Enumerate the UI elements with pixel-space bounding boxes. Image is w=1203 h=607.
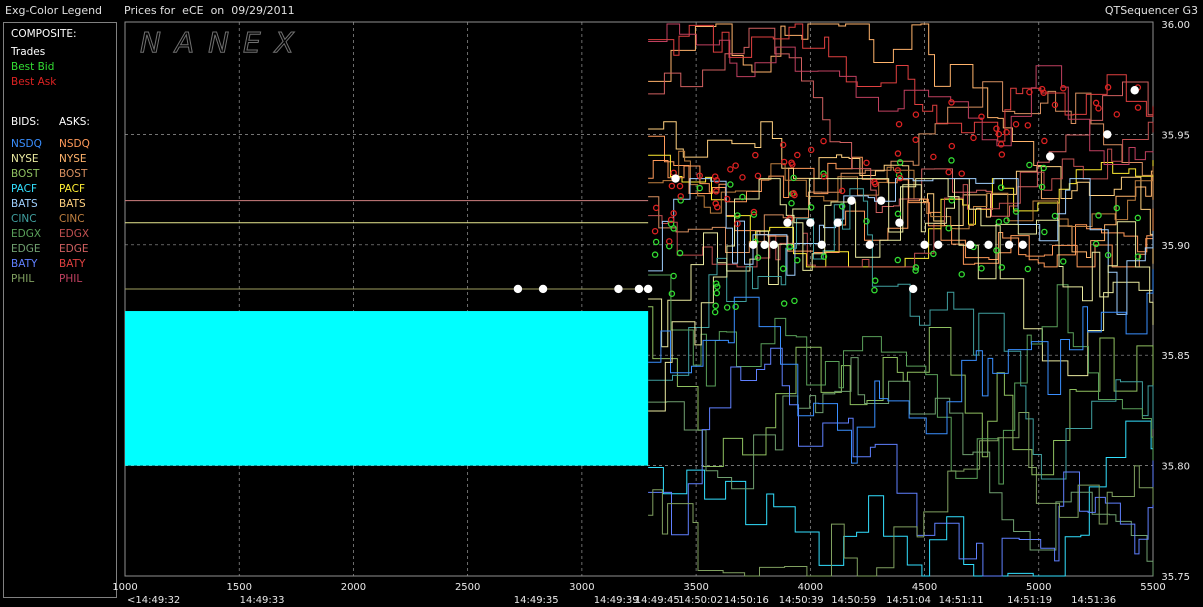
- y-tick-label: 36.00: [1161, 20, 1190, 31]
- trade-mark: [984, 240, 993, 249]
- time-label: 14:51:11: [939, 595, 984, 606]
- trade-mark: [934, 240, 943, 249]
- y-tick-label: 35.95: [1161, 130, 1190, 141]
- trade-mark: [1103, 130, 1112, 139]
- trade-mark: [643, 284, 653, 294]
- x-tick-label: 4000: [798, 582, 823, 593]
- trade-mark: [876, 196, 886, 205]
- y-tick-label: 35.90: [1161, 241, 1190, 252]
- trade-mark: [847, 196, 856, 205]
- trade-mark: [833, 218, 842, 227]
- trade-mark: [920, 240, 929, 249]
- trade-mark: [817, 240, 826, 249]
- trade-mark: [513, 284, 523, 294]
- trade-mark: [783, 218, 792, 227]
- x-tick-label: 5500: [1140, 582, 1165, 593]
- time-label: 14:51:36: [1071, 595, 1116, 606]
- price-chart: NANEX 1000 1500 2000 2500 3000 3500 4000 4500 50…: [112, 20, 1190, 606]
- y-tick-label: 35.80: [1161, 462, 1190, 473]
- y-tick-label: 35.75: [1161, 572, 1190, 583]
- nanex-logo: NANEX: [140, 26, 308, 59]
- time-label: 14:51:19: [1007, 595, 1052, 606]
- time-label: <14:49:32: [127, 595, 180, 606]
- trade-mark: [1046, 152, 1055, 161]
- time-label: 14:49:35: [514, 595, 559, 606]
- y-tick-label: 35.85: [1161, 351, 1190, 362]
- x-tick-label: 2000: [341, 582, 366, 593]
- trade-mark: [1004, 240, 1014, 249]
- trade-mark: [749, 240, 758, 249]
- x-tick-label: 5000: [1026, 582, 1051, 593]
- trade-mark: [538, 284, 548, 294]
- trade-mark: [865, 240, 874, 249]
- x-tick-label: 4500: [912, 582, 937, 593]
- time-label: 14:50:59: [831, 595, 876, 606]
- trade-mark: [634, 284, 644, 294]
- trade-mark: [806, 218, 815, 227]
- trade-mark: [895, 218, 904, 227]
- trade-mark: [614, 284, 623, 294]
- time-label: 14:50:39: [779, 595, 824, 606]
- trade-mark: [908, 284, 918, 294]
- x-tick-label: 1000: [112, 582, 137, 593]
- trade-mark: [769, 240, 778, 249]
- time-label: 14:49:45: [635, 595, 680, 606]
- time-label: 14:49:39: [594, 595, 639, 606]
- trade-mark: [1018, 240, 1027, 249]
- x-tick-label: 1500: [226, 582, 251, 593]
- spread-block: [125, 311, 649, 466]
- time-label: 14:50:16: [724, 595, 769, 606]
- time-label: 14:49:33: [240, 595, 285, 606]
- x-tick-label: 3500: [683, 582, 708, 593]
- time-label: 14:51:04: [886, 595, 931, 606]
- x-tick-label: 3000: [569, 582, 594, 593]
- trade-mark: [760, 240, 769, 249]
- trade-mark: [1130, 86, 1139, 95]
- trade-mark: [966, 240, 975, 249]
- time-label: 14:50:02: [678, 595, 723, 606]
- x-tick-label: 2500: [455, 582, 480, 593]
- trade-mark: [671, 174, 680, 183]
